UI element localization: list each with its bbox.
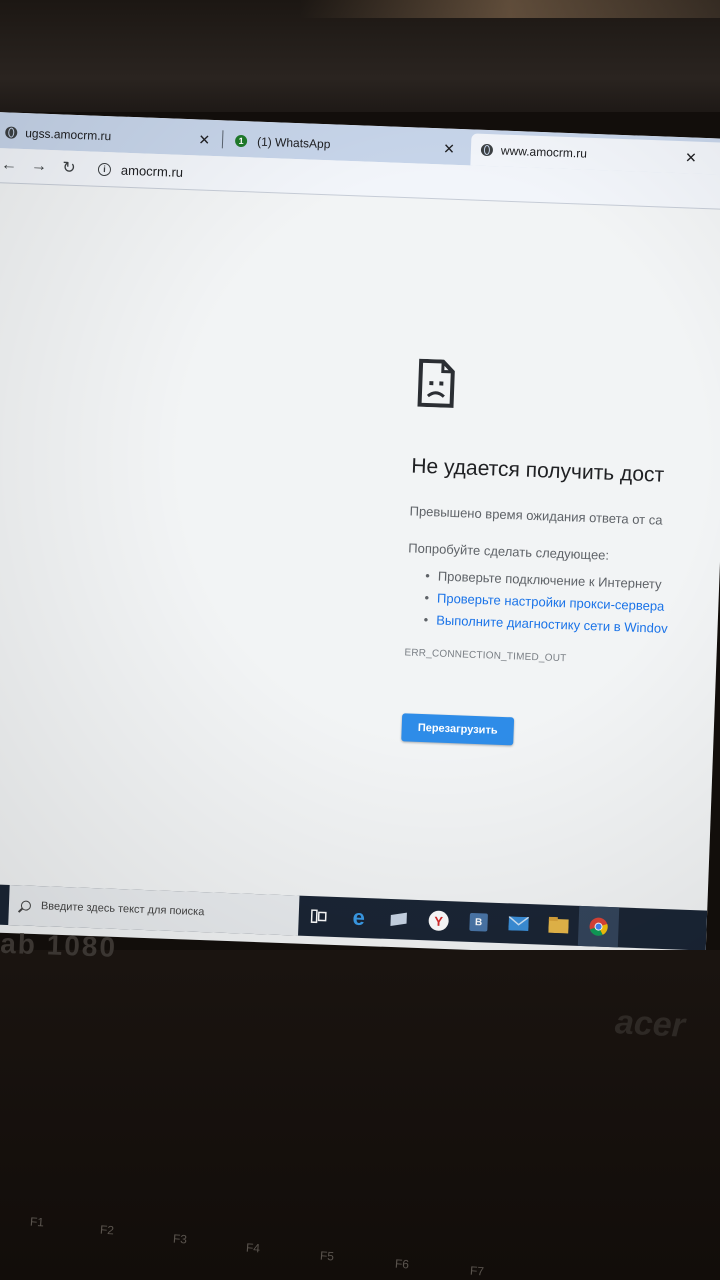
edge-icon[interactable]: e xyxy=(338,897,379,938)
reload-button[interactable]: Перезагрузить xyxy=(401,713,515,746)
close-icon[interactable]: ✕ xyxy=(685,149,697,166)
brand-logo: acer xyxy=(614,1003,686,1045)
sad-document-icon xyxy=(417,358,455,408)
mail-icon[interactable] xyxy=(498,903,539,944)
photo-scene: ugss.amocrm.ru ✕ 1 (1) WhatsApp ✕ www.am… xyxy=(0,0,720,1280)
suggestions-list: Проверьте подключение к Интернету Провер… xyxy=(423,565,669,640)
yandex-icon[interactable]: Y xyxy=(418,900,459,941)
tab-separator xyxy=(221,130,224,149)
error-title: Не удается получить дост xyxy=(410,454,665,487)
tab-title: ugss.amocrm.ru xyxy=(24,126,112,144)
whatsapp-icon: 1 xyxy=(234,134,248,148)
close-icon[interactable]: ✕ xyxy=(443,140,455,157)
background-light xyxy=(300,0,720,18)
back-arrow-icon[interactable]: ← xyxy=(0,156,24,175)
task-view-icon[interactable] xyxy=(298,896,339,937)
tab-title: www.amocrm.ru xyxy=(500,143,588,161)
error-subtitle: Превышено время ожидания ответа от са xyxy=(409,503,663,528)
site-info-icon[interactable]: i xyxy=(97,162,112,176)
chrome-icon[interactable] xyxy=(577,905,620,948)
file-explorer-icon[interactable] xyxy=(538,904,579,945)
laptop-screen: ugss.amocrm.ru ✕ 1 (1) WhatsApp ✕ www.am… xyxy=(0,112,720,959)
suggestions-heading: Попробуйте сделать следующее: xyxy=(408,540,610,563)
error-page: Не удается получить дост Превышено время… xyxy=(0,183,720,910)
search-icon xyxy=(20,900,32,911)
close-icon[interactable]: ✕ xyxy=(198,131,210,148)
network-diagnostics-link[interactable]: Выполните диагностику сети в Windov xyxy=(436,612,668,635)
error-code: ERR_CONNECTION_TIMED_OUT xyxy=(404,647,567,665)
globe-icon xyxy=(480,143,494,157)
bezel-sticker: ab 1080 xyxy=(0,927,118,963)
address-bar-url[interactable]: amocrm.ru xyxy=(121,162,184,179)
globe-icon xyxy=(5,126,18,139)
laptop-keyboard-area xyxy=(0,950,720,1280)
vk-letter: B xyxy=(469,912,488,932)
forward-arrow-icon[interactable]: → xyxy=(24,157,55,176)
reload-icon[interactable]: ↻ xyxy=(54,157,85,178)
mail-app-icon[interactable] xyxy=(378,899,419,940)
tab-title: (1) WhatsApp xyxy=(256,134,331,152)
vk-icon[interactable]: B xyxy=(458,902,499,943)
search-placeholder: Введите здесь текст для поиска xyxy=(40,900,205,919)
